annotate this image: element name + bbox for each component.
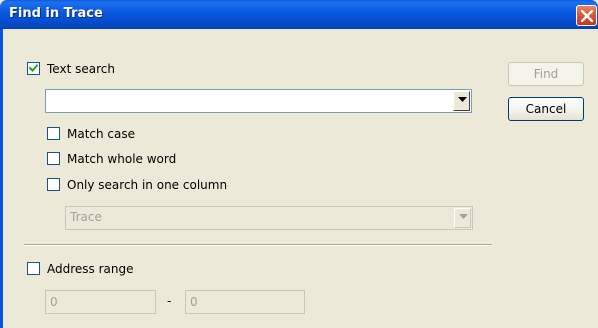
address-range-checkbox[interactable]: [27, 262, 40, 275]
address-from-input[interactable]: 0: [45, 290, 156, 314]
match-case-label: Match case: [67, 127, 136, 141]
address-to-value: 0: [190, 295, 198, 309]
search-dropdown-arrow[interactable]: [453, 91, 470, 111]
title-bar[interactable]: Find in Trace: [0, 0, 598, 29]
match-whole-word-label: Match whole word: [67, 152, 177, 166]
window-title: Find in Trace: [9, 6, 103, 21]
only-one-column-checkbox[interactable]: [47, 178, 60, 191]
column-dropdown-arrow[interactable]: [454, 208, 471, 228]
text-search-label: Text search: [47, 62, 115, 76]
close-button[interactable]: [576, 5, 597, 26]
find-button[interactable]: Find: [508, 62, 584, 86]
match-whole-word-checkbox[interactable]: [47, 152, 60, 165]
column-value: Trace: [70, 210, 102, 224]
column-combobox[interactable]: Trace: [65, 206, 473, 230]
chevron-down-icon: [459, 214, 468, 219]
cancel-button[interactable]: Cancel: [508, 97, 584, 121]
chevron-down-icon: [458, 97, 467, 102]
close-icon: [581, 10, 593, 22]
section-divider: [24, 244, 492, 246]
checkmark-icon: [29, 64, 38, 72]
text-search-checkbox[interactable]: [27, 62, 40, 75]
only-one-column-label: Only search in one column: [67, 178, 228, 192]
range-dash: -: [167, 294, 172, 308]
address-from-value: 0: [50, 295, 58, 309]
match-case-checkbox[interactable]: [47, 127, 60, 140]
address-range-label: Address range: [47, 262, 134, 276]
address-to-input[interactable]: 0: [185, 290, 305, 314]
find-in-trace-dialog: Find in Trace Text search Match case Mat…: [0, 0, 598, 328]
window-border: [0, 29, 3, 328]
search-text-combobox[interactable]: [45, 89, 472, 113]
